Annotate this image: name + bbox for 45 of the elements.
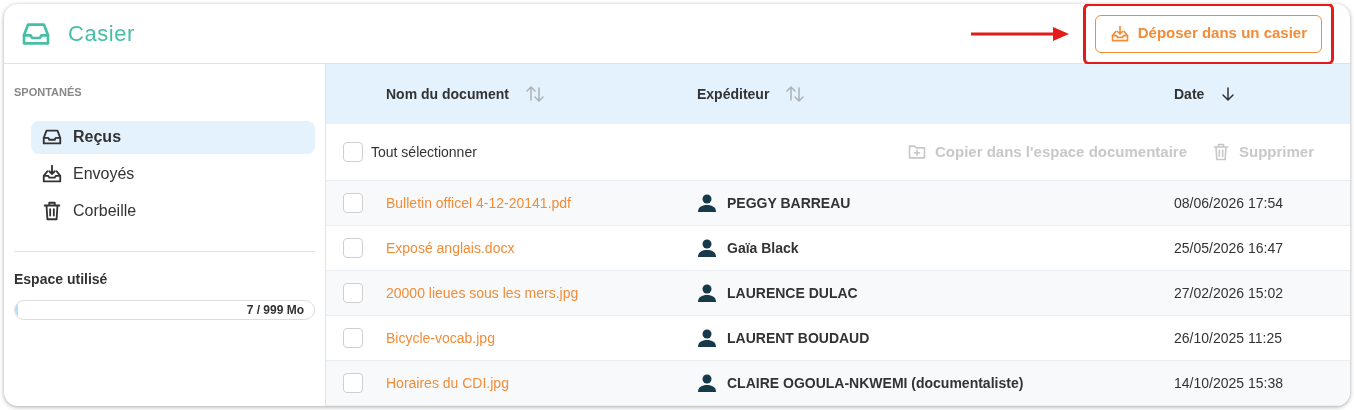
checkbox[interactable]: [343, 238, 363, 258]
app-title: Casier: [68, 20, 135, 48]
storage-reading: 7 / 999 Mo: [246, 301, 304, 319]
column-header: Date: [1174, 84, 1205, 104]
table-row[interactable]: Bicycle-vocab.jpg LAURENT BOUDAUD 26/10/2025 11:25: [326, 316, 1350, 361]
tray-download-icon: [41, 163, 63, 185]
tray-download-icon: [1109, 23, 1130, 44]
person-icon: [697, 328, 717, 348]
sort-descending-icon[interactable]: [1220, 86, 1237, 102]
table-row[interactable]: 20000 lieues sous les mers.jpg LAURENCE DULAC 27/02/2026 15:02: [326, 271, 1350, 316]
person-icon: [697, 283, 717, 303]
sender-name: Gaïa Black: [727, 238, 799, 258]
person-icon: [697, 238, 717, 258]
select-all-label: Tout sélectionner: [371, 142, 477, 162]
checkbox[interactable]: [343, 283, 363, 303]
storage-title: Espace utilisé: [14, 269, 109, 289]
column-header: Expéditeur: [697, 84, 770, 104]
person-icon: [697, 373, 717, 393]
sort-icon[interactable]: [785, 84, 806, 104]
table-row[interactable]: Horaires du CDI.jpg CLAIRE OGOULA-NKWEMI (documentaliste) 14/10/2025 15:38: [326, 361, 1350, 406]
folder-plus-icon: [907, 142, 927, 162]
checkbox[interactable]: [343, 328, 363, 348]
trash-icon: [41, 200, 63, 222]
column-header: Nom du document: [386, 84, 509, 104]
date-cell-text: 27/02/2026 15:02: [1174, 283, 1283, 303]
table-row[interactable]: Exposé anglais.docx Gaïa Black 25/05/2026 16:47: [326, 226, 1350, 271]
date-cell-text: 14/10/2025 15:38: [1174, 373, 1283, 393]
sender-name: LAURENT BOUDAUD: [727, 328, 870, 348]
table-row[interactable]: Bulletin officel 4-12-20141.pdf PEGGY BARREAU 08/06/2026 17:54: [326, 181, 1350, 226]
sender-name: CLAIRE OGOULA-NKWEMI (documentaliste): [727, 373, 1024, 393]
nav-item[interactable]: Reçus: [31, 120, 315, 154]
checkbox[interactable]: [343, 142, 363, 162]
checkbox[interactable]: [343, 193, 363, 213]
sender-name: PEGGY BARREAU: [727, 193, 851, 213]
date-cell-text: 26/10/2025 11:25: [1174, 328, 1282, 348]
nav-item[interactable]: Envoyés: [31, 157, 315, 191]
person-icon: [697, 193, 717, 213]
date-cell-text: 08/06/2026 17:54: [1174, 193, 1283, 213]
sender-name: LAURENCE DULAC: [727, 283, 858, 303]
sort-icon[interactable]: [524, 84, 545, 104]
checkbox[interactable]: [343, 373, 363, 393]
trash-icon: [1211, 142, 1231, 162]
nav-item[interactable]: Corbeille: [31, 194, 315, 228]
date-cell-text: 25/05/2026 16:47: [1174, 238, 1283, 258]
section-label: SPONTANÉS: [14, 85, 83, 100]
